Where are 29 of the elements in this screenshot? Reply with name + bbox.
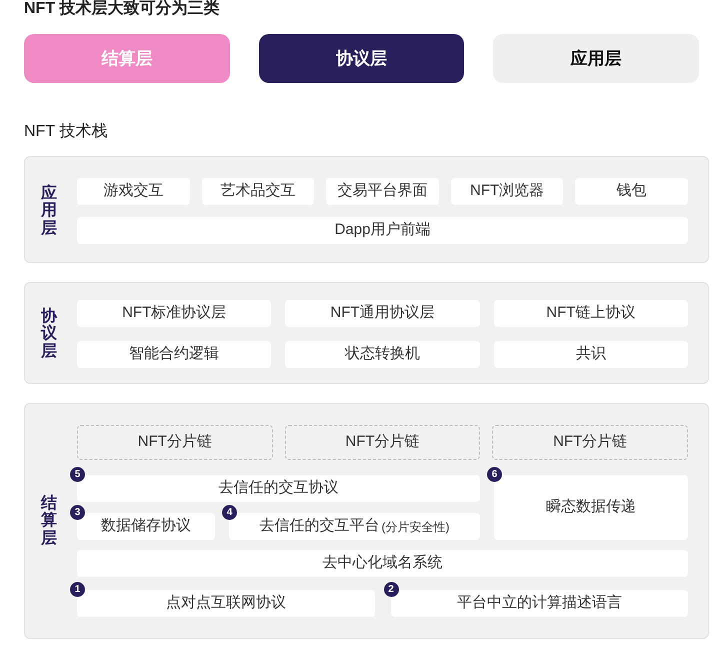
stack-item: 状态转换机	[285, 341, 480, 368]
category-card: 应用层	[493, 34, 700, 83]
stack-item: 交易平台界面	[326, 178, 439, 205]
category-card: 协议层	[258, 34, 464, 83]
number-badge: 4	[222, 505, 237, 520]
shard-chain: NFT分片链	[492, 425, 688, 460]
number-badge: 6	[487, 467, 502, 482]
stack-item: 钱包	[575, 178, 688, 205]
layer-label: 应用层	[41, 184, 57, 238]
stack-item: 智能合约逻辑	[77, 341, 272, 368]
shard-chain: NFT分片链	[77, 425, 273, 460]
stack-item: 共识	[494, 341, 688, 368]
stack-item: NFT标准协议层	[77, 300, 272, 327]
stack-item: NFT浏览器	[450, 178, 564, 205]
shard-chain: NFT分片链	[284, 425, 480, 460]
number-badge: 3	[70, 505, 85, 520]
category-card: 结算层	[24, 34, 230, 83]
stack-item: 去中心化域名系统	[77, 550, 688, 577]
stack-item: NFT通用协议层	[285, 300, 480, 327]
stack-item: 游戏交互	[77, 178, 190, 205]
number-badge: 2	[384, 582, 398, 597]
stack-item: NFT链上协议	[494, 300, 688, 327]
stack-item: 艺术品交互	[202, 178, 314, 205]
stack-item: Dapp用户前端	[77, 217, 688, 244]
number-badge: 5	[70, 467, 85, 482]
section-title: NFT 技术栈	[24, 122, 108, 142]
number-badge: 1	[70, 582, 85, 597]
layer-label: 结算层	[41, 494, 57, 548]
layer-label: 协议层	[41, 308, 57, 360]
